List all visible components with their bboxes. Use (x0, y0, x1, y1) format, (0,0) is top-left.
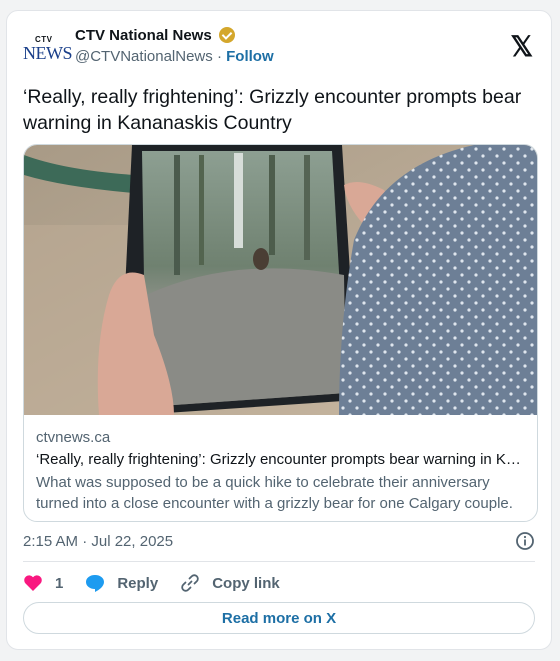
info-icon[interactable] (515, 531, 535, 551)
post-header: CTV NEWS CTV National News @CTVNationalN… (23, 25, 535, 75)
divider (23, 561, 535, 562)
article-photo (24, 145, 537, 415)
x-logo-icon[interactable]: 𝕏 (510, 33, 533, 61)
author-info: CTV National News @CTVNationalNews · Fol… (75, 27, 274, 65)
post-timestamp[interactable]: 2:15 AM · Jul 22, 2025 (23, 533, 173, 550)
author-handle[interactable]: @CTVNationalNews (75, 48, 213, 65)
post-text: ‘Really, really frightening’: Grizzly en… (23, 86, 522, 134)
birch-tree (234, 153, 243, 248)
link-title[interactable]: ‘Really, really frightening’: Grizzly en… (36, 451, 525, 468)
handle-separator: · (216, 48, 222, 65)
reply-label: Reply (117, 574, 159, 592)
bear (253, 248, 269, 270)
verified-badge-icon (219, 27, 236, 43)
ctv-news-logo[interactable]: CTV NEWS (23, 35, 73, 67)
like-button[interactable]: 1 (23, 574, 63, 592)
link-description: What was supposed to be a quick hike to … (36, 474, 513, 512)
action-bar: 1 Reply Copy link (23, 572, 302, 594)
reply-bubble-icon (86, 575, 105, 592)
follow-button[interactable]: Follow (226, 48, 274, 65)
reply-button[interactable]: Reply (85, 574, 158, 592)
embedded-post-card: CTV NEWS CTV National News @CTVNationalN… (6, 10, 552, 650)
logo-main-text: NEWS (23, 43, 73, 63)
copy-link-label: Copy link (212, 574, 280, 592)
link-preview-card[interactable]: ctvnews.ca ‘Really, really frightening’:… (23, 144, 538, 522)
author-handle-line: @CTVNationalNews · Follow (75, 48, 274, 65)
like-count: 1 (55, 574, 64, 592)
link-domain: ctvnews.ca (36, 429, 111, 446)
copy-link-button[interactable]: Copy link (180, 573, 280, 593)
author-display-name[interactable]: CTV National News (75, 27, 212, 44)
heart-icon (24, 575, 42, 591)
link-preview-text: ctvnews.ca ‘Really, really frightening’:… (36, 429, 525, 514)
read-more-button[interactable]: Read more on X (23, 602, 535, 634)
link-icon (181, 574, 199, 592)
